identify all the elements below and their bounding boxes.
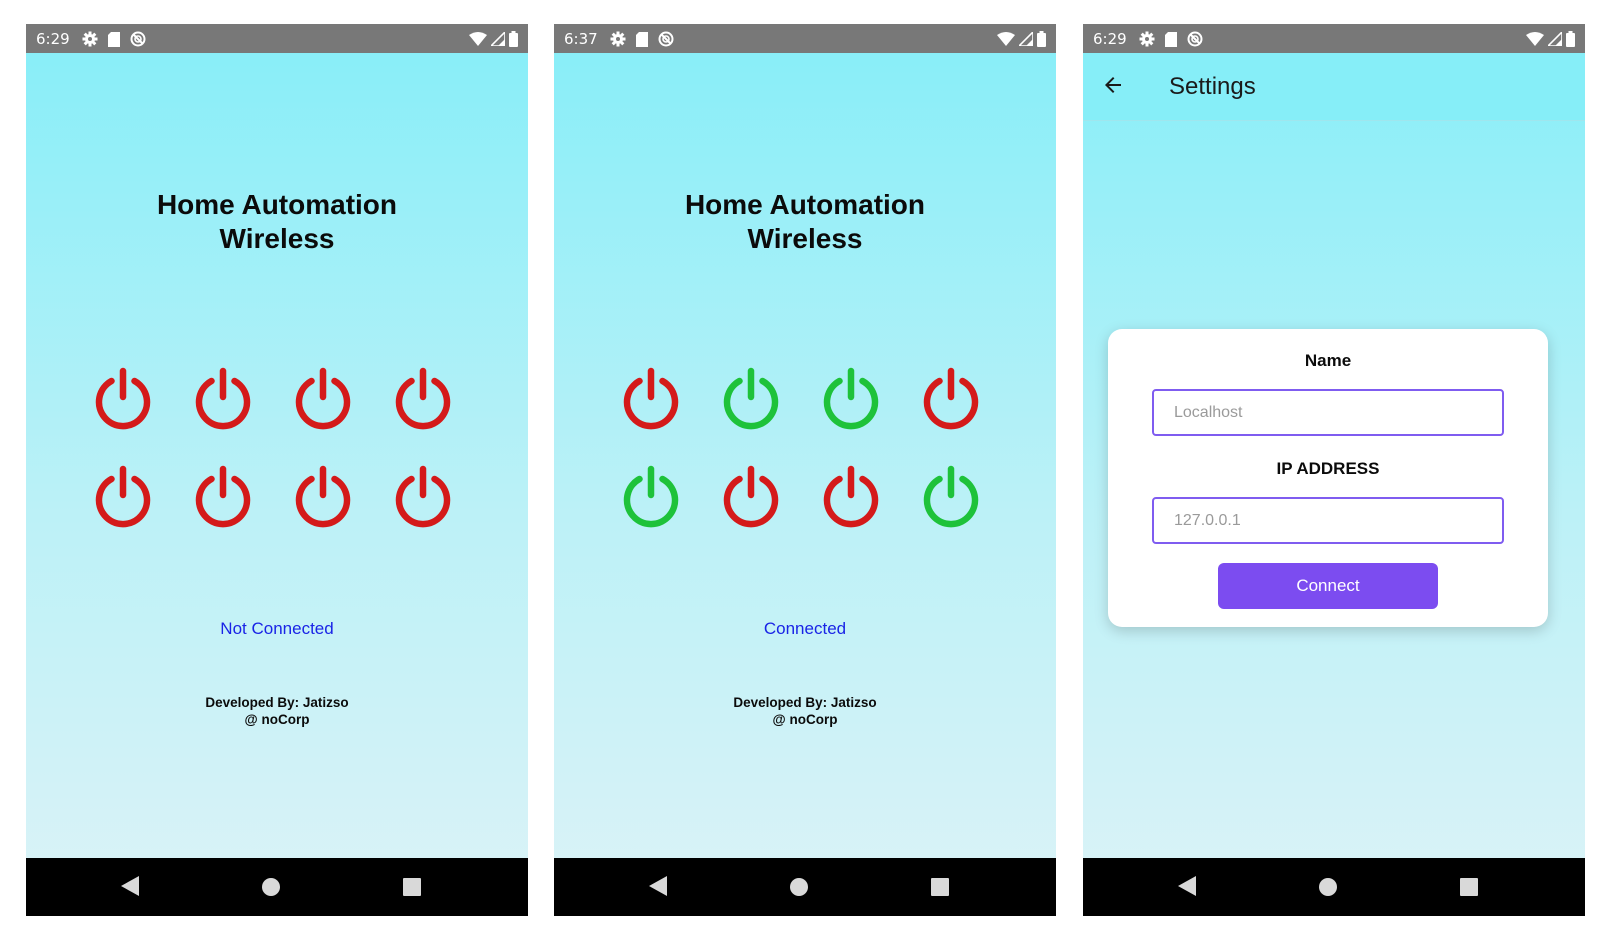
power-on-icon: [723, 367, 779, 430]
app-title-line1: Home Automation: [156, 189, 398, 220]
name-label: Name: [1304, 351, 1352, 370]
app-title: Home Automation Wireless: [554, 188, 1056, 256]
power-switch-4[interactable]: [388, 364, 458, 434]
power-switch-3[interactable]: [288, 364, 358, 434]
app-title: Home Automation Wireless: [26, 188, 528, 256]
status-time: 6:29: [1093, 30, 1127, 48]
settings-gear-icon: [82, 31, 98, 47]
sd-card-icon: [636, 31, 648, 47]
settings-app-bar: Settings: [1083, 53, 1585, 121]
battery-icon: [1037, 31, 1046, 47]
battery-icon: [509, 31, 518, 47]
name-input[interactable]: [1152, 389, 1504, 436]
power-off-icon: [195, 465, 251, 528]
home-circle-icon[interactable]: [790, 878, 808, 896]
phone-screen-main-connected: 6:37 Home Automation Wireless Connected …: [554, 24, 1056, 916]
ip-address-label: IP ADDRESS: [1276, 459, 1380, 478]
power-switch-8[interactable]: [388, 462, 458, 532]
power-off-icon: [395, 367, 451, 430]
power-switch-1[interactable]: [88, 364, 158, 434]
power-off-icon: [923, 367, 979, 430]
do-not-disturb-icon: [658, 31, 674, 47]
power-switch-4[interactable]: [916, 364, 986, 434]
power-off-icon: [95, 367, 151, 430]
app-title-line2: Wireless: [747, 223, 863, 254]
status-time: 6:29: [36, 30, 70, 48]
developer-credits: Developed By: Jatizso @ noCorp: [554, 694, 1056, 728]
power-off-icon: [195, 367, 251, 430]
navigation-bar: [554, 858, 1056, 916]
back-triangle-icon[interactable]: [121, 876, 139, 896]
power-on-icon: [623, 465, 679, 528]
wifi-icon: [1526, 32, 1544, 46]
connect-button[interactable]: Connect: [1218, 563, 1438, 609]
power-switch-1[interactable]: [616, 364, 686, 434]
power-switch-2[interactable]: [188, 364, 258, 434]
power-switch-grid: [616, 364, 992, 560]
power-off-icon: [823, 465, 879, 528]
ip-address-input[interactable]: [1152, 497, 1504, 544]
battery-icon: [1566, 31, 1575, 47]
power-switch-5[interactable]: [616, 462, 686, 532]
power-switch-5[interactable]: [88, 462, 158, 532]
recents-square-icon[interactable]: [1460, 878, 1478, 896]
credits-line1: Developed By: Jatizso: [733, 695, 877, 710]
wifi-icon: [997, 32, 1015, 46]
recents-square-icon[interactable]: [931, 878, 949, 896]
connection-settings-card: Name IP ADDRESS Connect: [1108, 329, 1548, 627]
power-switch-6[interactable]: [188, 462, 258, 532]
signal-icon: [491, 32, 505, 46]
credits-line1: Developed By: Jatizso: [205, 695, 349, 710]
signal-icon: [1548, 32, 1562, 46]
signal-icon: [1019, 32, 1033, 46]
developer-credits: Developed By: Jatizso @ noCorp: [26, 694, 528, 728]
power-switch-7[interactable]: [288, 462, 358, 532]
status-time: 6:37: [564, 30, 598, 48]
sd-card-icon: [108, 31, 120, 47]
connection-status: Not Connected: [220, 619, 334, 638]
power-switch-grid: [88, 364, 464, 560]
power-on-icon: [923, 465, 979, 528]
app-title-line2: Wireless: [219, 223, 335, 254]
power-switch-2[interactable]: [716, 364, 786, 434]
status-bar: 6:29: [1083, 24, 1585, 53]
settings-gear-icon: [1139, 31, 1155, 47]
recents-square-icon[interactable]: [403, 878, 421, 896]
navigation-bar: [1083, 858, 1585, 916]
power-off-icon: [723, 465, 779, 528]
power-switch-3[interactable]: [816, 364, 886, 434]
power-off-icon: [623, 367, 679, 430]
power-switch-8[interactable]: [916, 462, 986, 532]
arrow-left-icon[interactable]: [1101, 73, 1125, 97]
sd-card-icon: [1165, 31, 1177, 47]
home-circle-icon[interactable]: [262, 878, 280, 896]
navigation-bar: [26, 858, 528, 916]
power-switch-6[interactable]: [716, 462, 786, 532]
app-title-line1: Home Automation: [684, 189, 926, 220]
back-triangle-icon[interactable]: [649, 876, 667, 896]
power-on-icon: [823, 367, 879, 430]
back-triangle-icon[interactable]: [1178, 876, 1196, 896]
status-bar: 6:29: [26, 24, 528, 53]
wifi-icon: [469, 32, 487, 46]
power-off-icon: [95, 465, 151, 528]
phone-screen-settings: 6:29 Settings Name IP ADDRESS Connect: [1083, 24, 1585, 916]
credits-line2: @ noCorp: [244, 712, 310, 727]
power-off-icon: [295, 367, 351, 430]
do-not-disturb-icon: [130, 31, 146, 47]
power-switch-7[interactable]: [816, 462, 886, 532]
home-circle-icon[interactable]: [1319, 878, 1337, 896]
credits-line2: @ noCorp: [772, 712, 838, 727]
do-not-disturb-icon: [1187, 31, 1203, 47]
page-title: Settings: [1169, 73, 1256, 100]
phone-screen-main-disconnected: 6:29 Home Automation Wireless Not Connec…: [26, 24, 528, 916]
settings-gear-icon: [610, 31, 626, 47]
power-off-icon: [295, 465, 351, 528]
power-off-icon: [395, 465, 451, 528]
connection-status: Connected: [763, 619, 847, 638]
status-bar: 6:37: [554, 24, 1056, 53]
